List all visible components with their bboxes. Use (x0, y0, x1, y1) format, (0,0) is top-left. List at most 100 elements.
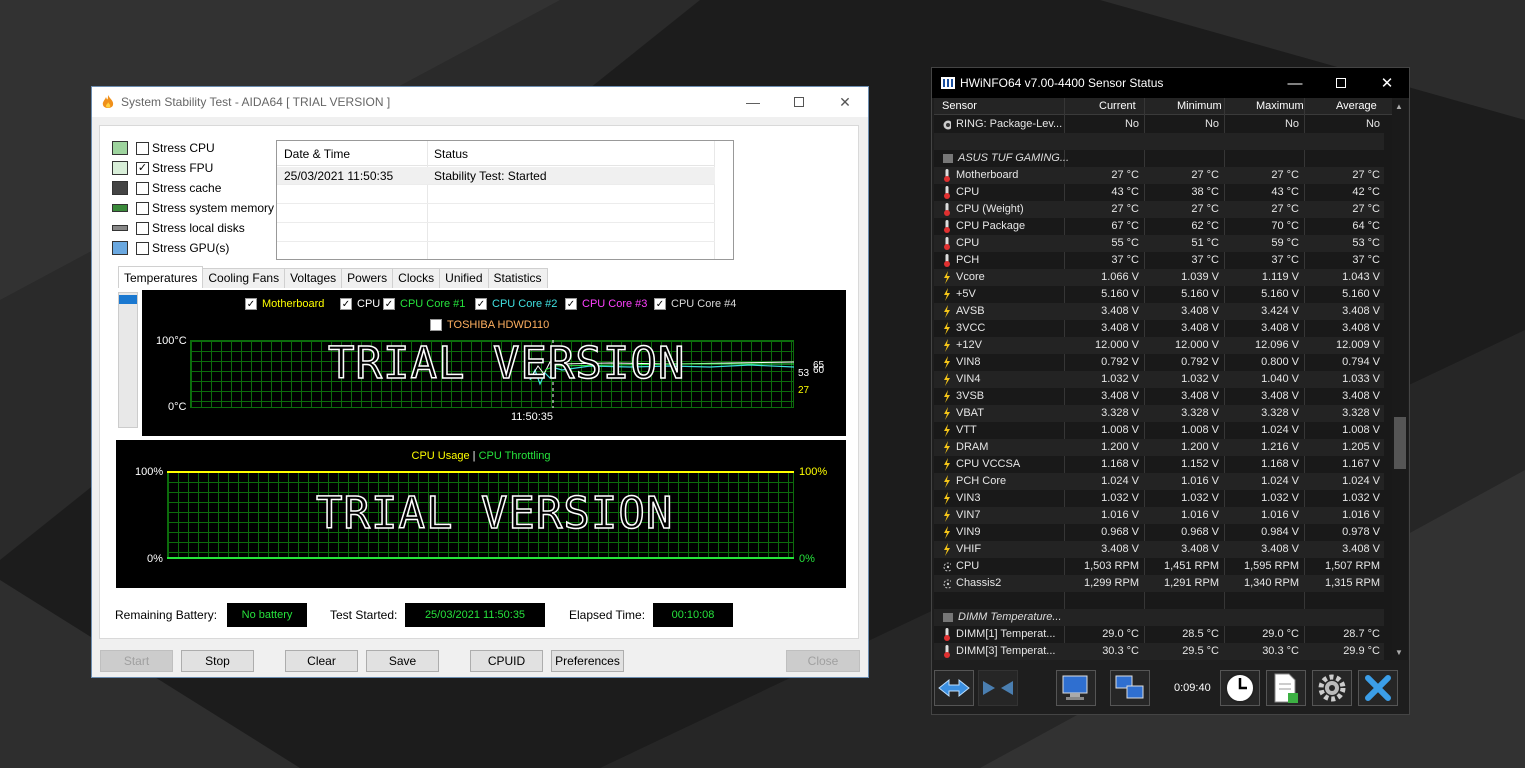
save-button[interactable]: Save (366, 650, 439, 672)
scroll-thumb[interactable] (1394, 417, 1406, 469)
sensor-row[interactable]: CPU (Weight) 27 °C 27 °C 27 °C 27 °C (934, 201, 1384, 218)
maximize-button[interactable] (776, 88, 822, 116)
sensor-row[interactable]: VHIF 3.408 V 3.408 V 3.408 V 3.408 V (934, 541, 1384, 558)
hw-minimize-button[interactable]: — (1272, 69, 1318, 97)
sensor-table[interactable]: Sensor Current Minimum Maximum Average R… (934, 98, 1392, 660)
stress-cpu-option[interactable]: Stress CPU (112, 138, 215, 158)
stress-cache-option[interactable]: Stress cache (112, 178, 221, 198)
stop-button[interactable]: Stop (181, 650, 254, 672)
legend-checkbox[interactable]: ✓ (245, 298, 257, 310)
sensor-row[interactable]: Chassis2 1,299 RPM 1,291 RPM 1,340 RPM 1,315… (934, 575, 1384, 592)
sensor-row[interactable]: VIN9 0.968 V 0.968 V 0.984 V 0.978 V (934, 524, 1384, 541)
legend-toshiba-disk[interactable]: TOSHIBA HDWD110 (430, 319, 549, 331)
tab-cooling-fans[interactable]: Cooling Fans (202, 268, 286, 288)
start-button[interactable]: Start (100, 650, 173, 672)
stress-fpu-option[interactable]: ✓ Stress FPU (112, 158, 213, 178)
sensor-row[interactable]: CPU 1,503 RPM 1,451 RPM 1,595 RPM 1,507 RPM (934, 558, 1384, 575)
legend-checkbox[interactable]: ✓ (475, 298, 487, 310)
clock-button[interactable] (1220, 670, 1260, 706)
preferences-button[interactable]: Preferences (551, 650, 624, 672)
legend-motherboard[interactable]: ✓ Motherboard (245, 298, 324, 310)
tab-powers[interactable]: Powers (341, 268, 394, 288)
stress-gpu-checkbox[interactable] (136, 241, 149, 255)
close-window-button[interactable]: ✕ (822, 88, 868, 116)
hw-maximize-button[interactable] (1318, 69, 1364, 97)
network-button[interactable] (1110, 670, 1150, 706)
stress-memory-checkbox[interactable] (136, 201, 149, 215)
sensor-row[interactable]: Motherboard 27 °C 27 °C 27 °C 27 °C (934, 167, 1384, 184)
sensor-row[interactable]: +5V 5.160 V 5.160 V 5.160 V 5.160 V (934, 286, 1384, 303)
sensor-row[interactable]: 3VCC 3.408 V 3.408 V 3.408 V 3.408 V (934, 320, 1384, 337)
sensor-row[interactable]: Vcore 1.066 V 1.039 V 1.119 V 1.043 V (934, 269, 1384, 286)
sensor-group-header[interactable]: DIMM Temperature... (934, 609, 1384, 626)
legend-checkbox[interactable]: ✓ (383, 298, 395, 310)
log-col-status[interactable]: Status (434, 147, 468, 161)
sensor-row[interactable]: AVSB 3.408 V 3.408 V 3.424 V 3.408 V (934, 303, 1384, 320)
stress-memory-option[interactable]: Stress system memory (112, 198, 274, 218)
temperature-list-scrollbar[interactable] (118, 292, 138, 428)
scroll-down-icon[interactable]: ▼ (1395, 648, 1403, 657)
legend-checkbox[interactable]: ✓ (654, 298, 666, 310)
tab-clocks[interactable]: Clocks (392, 268, 441, 288)
col-maximum[interactable]: Maximum (1256, 100, 1304, 112)
stress-gpu-option[interactable]: Stress GPU(s) (112, 238, 229, 258)
sensor-row[interactable]: +12V 12.000 V 12.000 V 12.096 V 12.009 V (934, 337, 1384, 354)
scroll-up-icon[interactable]: ▲ (1395, 102, 1403, 111)
event-log-table[interactable]: Date & Time Status 25/03/2021 11:50:35 S… (276, 140, 734, 260)
legend-checkbox[interactable] (430, 319, 442, 331)
hwinfo-titlebar[interactable]: HWiNFO64 v7.00-4400 Sensor Status — ✕ (932, 68, 1409, 98)
aida-titlebar[interactable]: System Stability Test - AIDA64 [ TRIAL V… (92, 87, 868, 117)
legend-cpu[interactable]: ✓ CPU (340, 298, 380, 310)
sensor-row[interactable]: VIN3 1.032 V 1.032 V 1.032 V 1.032 V (934, 490, 1384, 507)
sensor-row[interactable]: VBAT 3.328 V 3.328 V 3.328 V 3.328 V (934, 405, 1384, 422)
sensor-row[interactable]: PCH 37 °C 37 °C 37 °C 37 °C (934, 252, 1384, 269)
settings-button[interactable] (1312, 670, 1352, 706)
tab-statistics[interactable]: Statistics (487, 268, 548, 288)
clear-button[interactable]: Clear (285, 650, 358, 672)
scroll-thumb[interactable] (119, 295, 137, 304)
legend-cpu-core-2[interactable]: ✓ CPU Core #2 (475, 298, 557, 310)
legend-checkbox[interactable]: ✓ (565, 298, 577, 310)
nav-collapse-button[interactable] (978, 670, 1018, 706)
tab-voltages[interactable]: Voltages (284, 268, 343, 288)
legend-checkbox[interactable]: ✓ (340, 298, 352, 310)
sensor-group-header[interactable]: ASUS TUF GAMING... (934, 150, 1384, 167)
sensor-row[interactable]: CPU VCCSA 1.168 V 1.152 V 1.168 V 1.167 V (934, 456, 1384, 473)
sensor-scrollbar[interactable]: ▲ ▼ (1392, 100, 1408, 660)
sensor-row[interactable]: VIN7 1.016 V 1.016 V 1.016 V 1.016 V (934, 507, 1384, 524)
cpuid-button[interactable]: CPUID (470, 650, 543, 672)
stress-disks-option[interactable]: Stress local disks (112, 218, 245, 238)
tab-temperatures[interactable]: Temperatures (118, 266, 204, 288)
hw-close-window-button[interactable]: ✕ (1364, 69, 1410, 97)
col-current[interactable]: Current (1099, 100, 1136, 112)
close-sensors-button[interactable] (1358, 670, 1398, 706)
stress-cache-checkbox[interactable] (136, 181, 149, 195)
sensor-row[interactable]: DIMM[3] Temperat... 30.3 °C 29.5 °C 30.3 °C… (934, 643, 1384, 660)
sensor-row[interactable]: CPU 55 °C 51 °C 59 °C 53 °C (934, 235, 1384, 252)
sensor-row[interactable]: VIN8 0.792 V 0.792 V 0.800 V 0.794 V (934, 354, 1384, 371)
sensor-row[interactable]: CPU 43 °C 38 °C 43 °C 42 °C (934, 184, 1384, 201)
monitor-button[interactable] (1056, 670, 1096, 706)
col-minimum[interactable]: Minimum (1177, 100, 1222, 112)
sensor-row[interactable]: 3VSB 3.408 V 3.408 V 3.408 V 3.408 V (934, 388, 1384, 405)
legend-cpu-core-3[interactable]: ✓ CPU Core #3 (565, 298, 647, 310)
sensor-row[interactable]: VIN4 1.032 V 1.032 V 1.040 V 1.033 V (934, 371, 1384, 388)
sensor-row[interactable]: PCH Core 1.024 V 1.016 V 1.024 V 1.024 V (934, 473, 1384, 490)
sensor-row[interactable]: DRAM 1.200 V 1.200 V 1.216 V 1.205 V (934, 439, 1384, 456)
tab-unified[interactable]: Unified (439, 268, 489, 288)
sensor-row[interactable]: RING: Package-Lev... No No No No (934, 116, 1384, 133)
log-row[interactable]: 25/03/2021 11:50:35 Stability Test: Star… (277, 167, 715, 185)
log-col-datetime[interactable]: Date & Time (284, 147, 350, 161)
stress-fpu-checkbox[interactable]: ✓ (136, 161, 149, 175)
sensor-row[interactable]: DIMM[1] Temperat... 29.0 °C 28.5 °C 29.0 °C… (934, 626, 1384, 643)
stress-disks-checkbox[interactable] (136, 221, 149, 235)
minimize-button[interactable]: — (730, 88, 776, 116)
col-average[interactable]: Average (1336, 100, 1377, 112)
close-button[interactable]: Close (786, 650, 860, 672)
sensor-row[interactable]: VTT 1.008 V 1.008 V 1.024 V 1.008 V (934, 422, 1384, 439)
col-sensor[interactable]: Sensor (942, 100, 977, 112)
legend-cpu-core-4[interactable]: ✓ CPU Core #4 (654, 298, 736, 310)
legend-cpu-core-1[interactable]: ✓ CPU Core #1 (383, 298, 465, 310)
sensor-row[interactable]: CPU Package 67 °C 62 °C 70 °C 64 °C (934, 218, 1384, 235)
stress-cpu-checkbox[interactable] (136, 141, 149, 155)
